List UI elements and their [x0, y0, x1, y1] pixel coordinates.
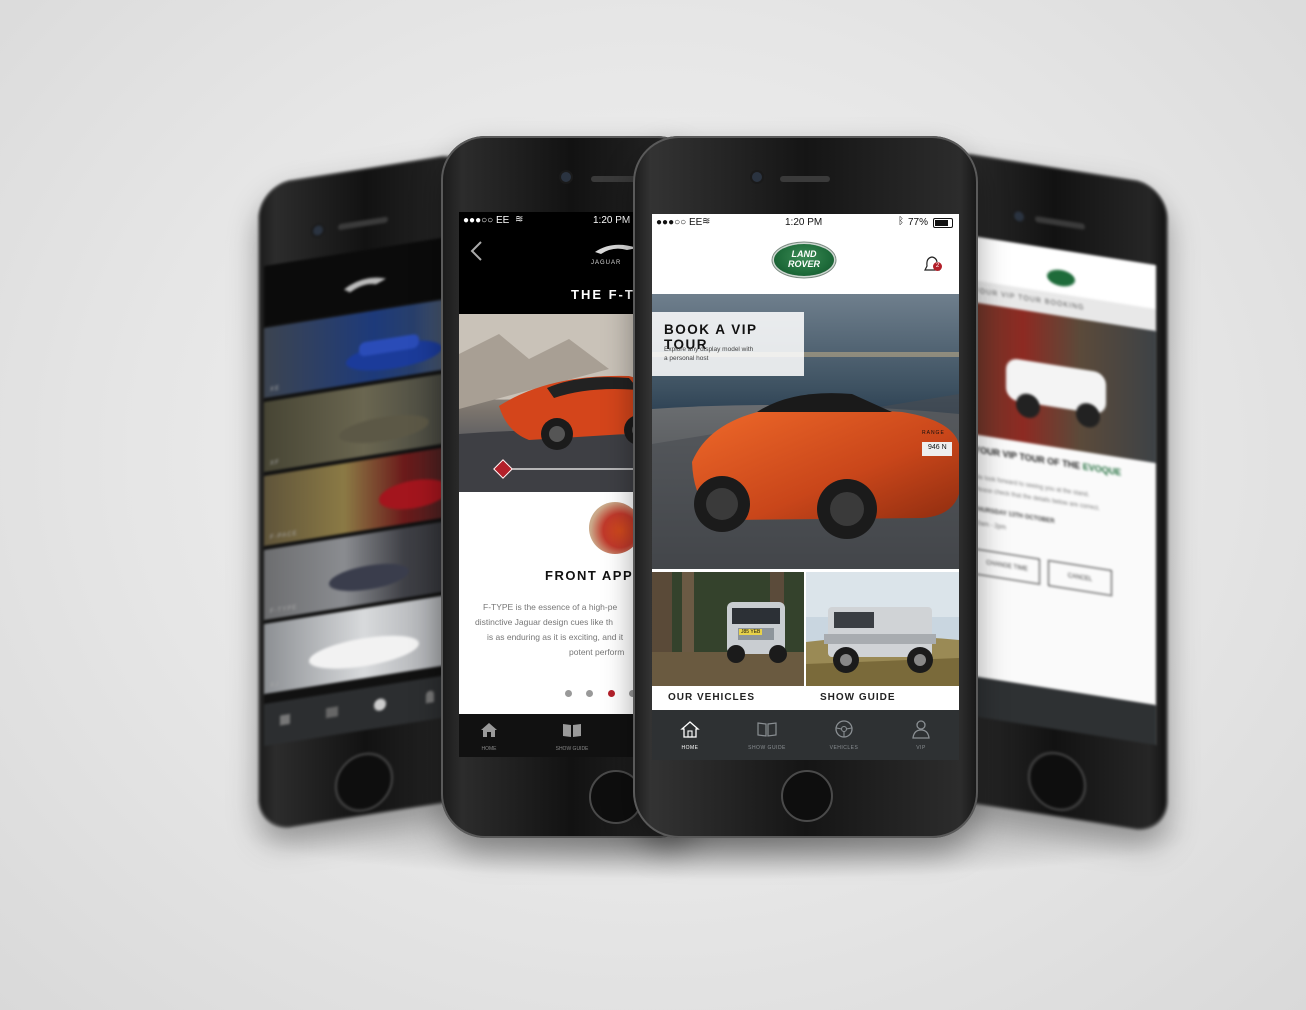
home-icon	[680, 721, 700, 738]
wifi-icon: ≋	[702, 216, 711, 227]
defender-photo	[806, 572, 959, 686]
camera	[1014, 210, 1024, 223]
tab-home[interactable]: HOME	[652, 710, 728, 760]
speaker	[338, 216, 388, 231]
tab-label: VEHICLES	[829, 745, 859, 751]
steering-wheel-icon	[835, 720, 853, 738]
home-icon	[481, 723, 497, 737]
tab-label: HOME	[481, 746, 497, 752]
body-line: potent perform	[569, 647, 625, 657]
landrover-logo[interactable]: LAND ROVER	[774, 244, 834, 276]
app-header: LAND ROVER 2	[652, 232, 959, 294]
battery-icon	[933, 218, 953, 228]
range-rover-forest-photo	[652, 572, 804, 686]
car-badge: RANGE	[922, 430, 945, 436]
section-title: FRONT APP	[545, 568, 634, 583]
plate-number: 946 N	[928, 444, 947, 451]
home-button[interactable]	[1028, 747, 1086, 816]
tile-plate: J85 YEB	[739, 629, 763, 635]
notification-badge: 2	[933, 262, 942, 271]
steering-wheel-icon[interactable]	[374, 697, 386, 712]
camera	[752, 172, 762, 182]
pager-dot[interactable]	[586, 690, 594, 697]
body-line: F-TYPE is the essence of a high-pe	[483, 602, 618, 612]
tab-vip[interactable]: VIP	[883, 710, 959, 760]
tile-show-guide[interactable]: SHOW GUIDE	[806, 572, 959, 708]
book-icon	[563, 724, 581, 737]
tab-label: SHOW GUIDE	[555, 746, 589, 752]
vip-tour-subtitle-1: Explore any display model with	[664, 346, 754, 353]
tab-label: SHOW GUIDE	[748, 745, 786, 751]
tab-bar: HOME SHOW GUIDE VEHICLES VIP	[652, 710, 959, 760]
battery-percent: 77%	[908, 217, 929, 228]
tab-home[interactable]: HOME	[469, 714, 509, 757]
book-icon[interactable]	[326, 706, 338, 719]
pager-dot-active[interactable]	[607, 690, 615, 697]
vip-booking-screen: YOUR VIP TOUR BOOKING YOUR VIP TOUR OF T…	[966, 235, 1156, 746]
logo-line2: ROVER	[787, 259, 820, 269]
tab-label: VIP	[916, 745, 926, 751]
tab-vehicles[interactable]: VEHICLES	[806, 710, 882, 760]
speaker	[780, 176, 830, 182]
wifi-icon: ≋	[515, 214, 524, 225]
section-body: F-TYPE is the essence of a high-pe disti…	[475, 600, 625, 660]
pager-dots	[565, 684, 637, 702]
body-line: distinctive Jaguar design cues like th	[475, 617, 613, 627]
tile-label: SHOW GUIDE	[806, 686, 959, 708]
person-icon	[912, 720, 930, 739]
carrier: ●●●○○ EE	[463, 215, 510, 226]
home-icon[interactable]	[280, 713, 290, 726]
menu-tiles: J85 YEB OUR VEHICLES SHOW GUIDE	[652, 572, 959, 708]
heading-model: EVOQUE	[1082, 461, 1122, 478]
logo-line1: LAND	[791, 249, 817, 259]
status-bar: ●●●○○ EE ≋ 1:20 PM ᛒ 77%	[652, 214, 959, 232]
person-icon[interactable]	[426, 690, 434, 704]
carrier: ●●●○○ EE	[656, 217, 703, 228]
landrover-phone: ●●●○○ EE ≋ 1:20 PM ᛒ 77% LAND ROVER 2 RA…	[633, 136, 978, 838]
body-line: is as enduring as it is exciting, and it	[487, 632, 624, 642]
home-button[interactable]	[335, 748, 393, 816]
camera	[313, 224, 323, 237]
brand-name: JAGUAR	[591, 260, 622, 266]
vip-tour-card[interactable]: BOOK A VIP TOUR Explore any display mode…	[652, 312, 804, 376]
cancel-button[interactable]: CANCEL	[1048, 559, 1112, 597]
tab-show-guide[interactable]: SHOW GUIDE	[547, 714, 597, 757]
back-chevron-icon[interactable]	[469, 240, 485, 262]
change-time-button[interactable]: CHANGE TIME	[974, 548, 1040, 585]
page-title: THE F-T	[571, 287, 635, 302]
speaker	[1035, 215, 1085, 230]
vip-tour-subtitle-2: a personal host	[664, 355, 709, 362]
status-time: 1:20 PM	[785, 217, 823, 228]
home-button[interactable]	[781, 770, 833, 822]
mockup-stage: XE XF F-PACE F-TYPE XJ YOUR VIP TOUR BOO…	[0, 0, 1306, 1010]
book-icon	[757, 722, 777, 737]
tab-show-guide[interactable]: SHOW GUIDE	[729, 710, 805, 760]
landrover-home-screen: ●●●○○ EE ≋ 1:20 PM ᛒ 77% LAND ROVER 2 RA…	[652, 214, 959, 760]
bluetooth-icon: ᛒ	[898, 216, 904, 227]
vip-tour-hero[interactable]: RANGE 946 N BOOK A VIP TOUR Explore any …	[652, 294, 959, 569]
camera	[561, 172, 571, 182]
tile-our-vehicles[interactable]: J85 YEB OUR VEHICLES	[652, 572, 804, 708]
status-time: 1:20 PM	[593, 215, 631, 226]
tab-bar	[966, 675, 1156, 746]
booking-time: 10am - 2pm	[974, 520, 1007, 532]
jaguar-range-screen: XE XF F-PACE F-TYPE XJ	[264, 234, 464, 747]
tile-label: OUR VEHICLES	[652, 686, 804, 708]
tab-label: HOME	[681, 745, 699, 751]
pager-dot[interactable]	[565, 690, 572, 697]
